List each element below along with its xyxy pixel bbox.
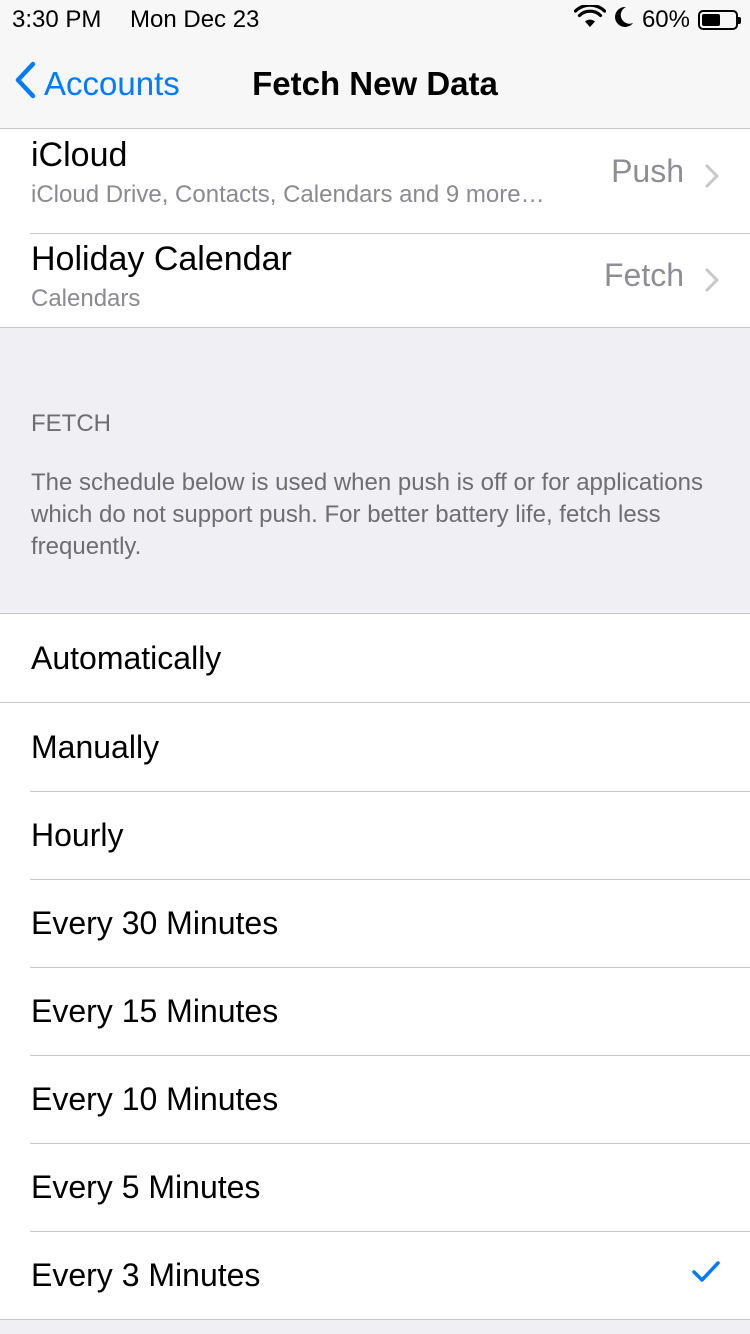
- fetch-section-description: The schedule below is used when push is …: [31, 469, 703, 560]
- account-row-holiday-calendar[interactable]: Holiday Calendar Calendars Fetch: [0, 233, 750, 337]
- account-subtitle: Calendars: [31, 285, 141, 312]
- automatically-row[interactable]: Automatically: [0, 613, 750, 704]
- option-label: Every 15 Minutes: [31, 992, 279, 1029]
- navigation-bar: Accounts Fetch New Data: [0, 40, 750, 129]
- accounts-list: iCloud iCloud Drive, Contacts, Calendars…: [0, 129, 750, 328]
- schedule-option-30-minutes[interactable]: Every 30 Minutes: [0, 879, 750, 967]
- option-label: Every 30 Minutes: [31, 904, 279, 941]
- option-label: Manually: [31, 728, 160, 765]
- checkmark-icon: [692, 1261, 720, 1288]
- option-label: Every 3 Minutes: [31, 1256, 261, 1293]
- page-title: Fetch New Data: [252, 65, 498, 102]
- chevron-right-icon: [704, 267, 720, 298]
- schedule-option-10-minutes[interactable]: Every 10 Minutes: [0, 1055, 750, 1143]
- account-fetch-value: Fetch: [603, 257, 684, 293]
- chevron-right-icon: [704, 163, 720, 194]
- schedule-option-manually[interactable]: Manually: [0, 703, 750, 791]
- option-label: Every 10 Minutes: [31, 1080, 279, 1117]
- status-right: 60%: [573, 3, 741, 36]
- status-bar: 3:30 PM Mon Dec 23 60%: [0, 0, 750, 40]
- account-subtitle: iCloud Drive, Contacts, Calendars and 9 …: [31, 181, 545, 208]
- option-label: Every 5 Minutes: [31, 1168, 261, 1205]
- account-row-icloud[interactable]: iCloud iCloud Drive, Contacts, Calendars…: [0, 129, 750, 233]
- moon-icon: [614, 6, 634, 35]
- fetch-section-header: FETCH: [31, 410, 111, 437]
- schedule-option-5-minutes[interactable]: Every 5 Minutes: [0, 1143, 750, 1231]
- battery-percent: 60%: [641, 6, 690, 33]
- wifi-icon: [573, 3, 607, 36]
- account-title: Holiday Calendar: [31, 240, 292, 278]
- status-date: Mon Dec 23: [130, 6, 260, 33]
- battery-fill: [702, 14, 720, 26]
- fetch-schedule-list: Manually Hourly Every 30 Minutes Every 1…: [0, 703, 750, 1320]
- schedule-option-hourly[interactable]: Hourly: [0, 791, 750, 879]
- schedule-option-3-minutes[interactable]: Every 3 Minutes: [0, 1231, 750, 1319]
- schedule-option-15-minutes[interactable]: Every 15 Minutes: [0, 967, 750, 1055]
- account-fetch-value: Push: [611, 153, 684, 189]
- account-title: iCloud: [31, 136, 128, 174]
- automatically-label: Automatically: [31, 639, 222, 676]
- option-label: Hourly: [31, 816, 124, 853]
- battery-icon: [698, 10, 741, 30]
- status-time: 3:30 PM: [12, 6, 102, 33]
